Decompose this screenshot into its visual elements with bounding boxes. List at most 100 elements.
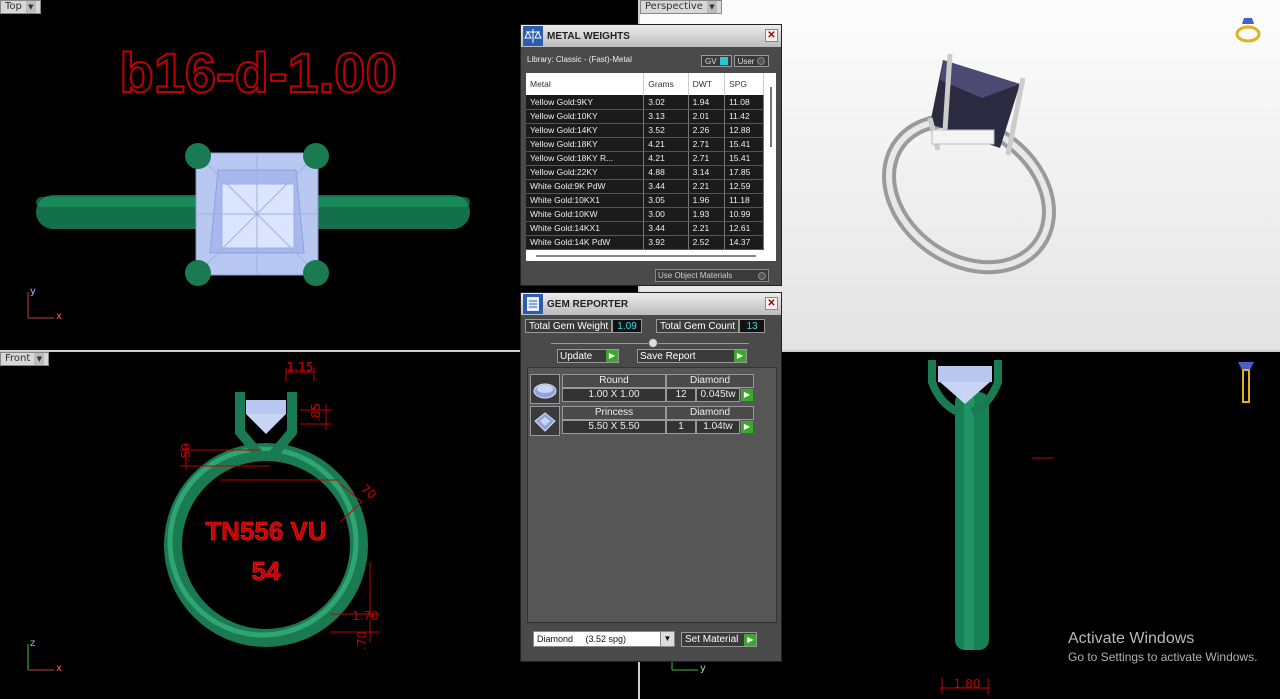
list-item[interactable]: Round Diamond 1.00 X 1.00 12 0.045tw ▶ (530, 374, 754, 404)
play-icon: ▶ (734, 350, 746, 362)
metal-weights-titlebar[interactable]: METAL WEIGHTS ✕ (521, 25, 781, 47)
close-icon[interactable]: ✕ (765, 29, 778, 42)
chevron-down-icon[interactable]: ▼ (34, 353, 45, 365)
dim-label-6: 70 (358, 482, 379, 503)
total-gem-count-value: 13 (739, 319, 766, 333)
play-icon: ▶ (606, 350, 618, 362)
svg-text:y: y (700, 663, 706, 674)
table-header-row: Metal Grams DWT SPG (526, 73, 764, 95)
metal-weights-panel: METAL WEIGHTS ✕ Library: Classic - (Fast… (520, 24, 782, 286)
gem-weight: 0.045tw (696, 388, 740, 402)
metal-weights-table[interactable]: Metal Grams DWT SPG Yellow Gold:9KY 3.02 1… (526, 73, 776, 261)
total-gem-count: Total Gem Count 13 (656, 319, 766, 333)
svg-text:z: z (30, 638, 35, 649)
gem-reporter-panel: GEM REPORTER ✕ Total Gem Weight 1.09 Tot… (520, 292, 782, 662)
gem-report-icon (523, 294, 543, 314)
vertical-scrollbar[interactable] (768, 87, 774, 247)
stamp-line-1: TN556 VU (205, 516, 326, 546)
gem-size: 1.00 X 1.00 (562, 388, 666, 402)
prong-bottom-right (303, 260, 329, 286)
watermark-subtitle: Go to Settings to activate Windows. (1068, 650, 1258, 664)
table-row[interactable]: Yellow Gold:18KY 4.21 2.71 15.41 (526, 137, 764, 152)
total-gem-weight: Total Gem Weight 1.09 (525, 319, 642, 333)
toggle-on-icon (719, 57, 728, 65)
gem-count: 1 (666, 420, 696, 434)
axis-indicator-top: y x (27, 286, 62, 322)
gem-count: 12 (666, 388, 696, 402)
dim-label-side: 1.80 (954, 677, 981, 691)
dim-label-2: .85 (309, 403, 323, 422)
horizontal-scrollbar[interactable] (536, 255, 756, 257)
close-icon[interactable]: ✕ (765, 297, 778, 310)
select-gem-button[interactable]: ▶ (741, 421, 753, 433)
list-item[interactable]: Princess Diamond 5.50 X 5.50 1 1.04tw ▶ (530, 406, 754, 436)
set-material-button[interactable]: Set Material ▶ (681, 632, 758, 647)
table-row[interactable]: Yellow Gold:14KY 3.52 2.26 12.88 (526, 123, 764, 138)
axis-indicator-front: z x (27, 638, 62, 674)
gv-toggle[interactable]: GV (701, 55, 732, 67)
viewport-label-front[interactable]: Front ▼ (0, 352, 50, 366)
chevron-down-icon[interactable]: ▼ (706, 1, 717, 13)
round-gem-thumbnail (530, 374, 560, 404)
prong-top-left (185, 143, 211, 169)
watermark-title: Activate Windows (1068, 630, 1195, 647)
gem-shape: Princess (562, 406, 666, 420)
table-row[interactable]: White Gold:14KX1 3.44 2.21 12.61 (526, 221, 764, 236)
dim-label-1: 1.15 (287, 360, 314, 374)
dim-label-5: .70 (355, 631, 369, 650)
column-header-dwt[interactable]: DWT (688, 73, 726, 95)
metal-weights-title: METAL WEIGHTS (547, 30, 630, 42)
save-report-button[interactable]: Save Report ▶ (637, 349, 747, 363)
gem-material: Diamond (666, 374, 754, 388)
select-gem-button[interactable]: ▶ (741, 389, 753, 401)
svg-text:y: y (30, 286, 36, 297)
table-row[interactable]: White Gold:10KX1 3.05 1.96 11.18 (526, 193, 764, 208)
use-object-materials-toggle[interactable]: Use Object Materials (655, 269, 769, 282)
viewport-label-perspective[interactable]: Perspective ▼ (640, 0, 722, 14)
table-row[interactable]: White Gold:14K PdW 3.92 2.52 14.37 (526, 235, 764, 250)
table-row[interactable]: White Gold:9K PdW 3.44 2.21 12.59 (526, 179, 764, 194)
prong-top-right (303, 143, 329, 169)
column-header-grams[interactable]: Grams (643, 73, 689, 95)
gem-material: Diamond (666, 406, 754, 420)
princess-gem-thumbnail (530, 406, 560, 436)
play-icon: ▶ (744, 633, 757, 646)
dim-label-4: 1.70 (352, 609, 379, 623)
ring-icon[interactable] (1232, 14, 1264, 46)
toggle-off-icon (758, 271, 766, 280)
table-row[interactable]: Yellow Gold:9KY 3.02 1.94 11.08 (526, 95, 764, 110)
column-header-metal[interactable]: Metal (526, 73, 645, 95)
table-row[interactable]: Yellow Gold:18KY R... 4.21 2.71 15.41 (526, 151, 764, 166)
prong-bottom-left (185, 260, 211, 286)
activation-watermark: Activate Windows Go to Settings to activ… (1068, 630, 1257, 664)
ring-side-icon[interactable] (1232, 360, 1260, 408)
chevron-down-icon[interactable]: ▼ (25, 1, 36, 13)
gem-reporter-titlebar[interactable]: GEM REPORTER ✕ (521, 293, 781, 315)
material-select[interactable]: Diamond (3.52 spg) ▼ (533, 631, 675, 647)
table-row[interactable]: White Gold:10KW 3.00 1.93 10.99 (526, 207, 764, 222)
svg-text:x: x (56, 663, 62, 674)
gem-weight: 1.04tw (696, 420, 740, 434)
svg-text:x: x (56, 311, 62, 322)
stamp-line-2: 54 (252, 556, 281, 586)
table-row[interactable]: Yellow Gold:10KY 3.13 2.01 11.42 (526, 109, 764, 124)
rhino-workspace: b16-d-1.00 y x Top ▼ Perspective ▼ 1.15 … (0, 0, 1280, 699)
table-row[interactable]: Yellow Gold:22KY 4.88 3.14 17.85 (526, 165, 764, 180)
gem-size: 5.50 X 5.50 (562, 420, 666, 434)
gem-list: Round Diamond 1.00 X 1.00 12 0.045tw ▶ P… (527, 367, 777, 623)
library-label: Library: Classic - (Fast)-Metal (527, 55, 632, 64)
user-toggle[interactable]: User (733, 55, 770, 67)
scale-icon (523, 26, 543, 46)
gem-reporter-title: GEM REPORTER (547, 298, 629, 310)
toggle-off-icon (757, 57, 766, 65)
column-header-spg[interactable]: SPG (724, 73, 764, 95)
gem-shape: Round (562, 374, 666, 388)
dim-label-3: .50 (179, 443, 193, 462)
gv-user-toggle: GV User (701, 55, 770, 67)
gem-front (246, 400, 286, 414)
viewport-label-top[interactable]: Top ▼ (0, 0, 41, 14)
splitter-knob[interactable] (648, 338, 658, 348)
chevron-down-icon[interactable]: ▼ (660, 632, 674, 646)
gem-side (938, 366, 992, 382)
update-button[interactable]: Update ▶ (557, 349, 619, 363)
